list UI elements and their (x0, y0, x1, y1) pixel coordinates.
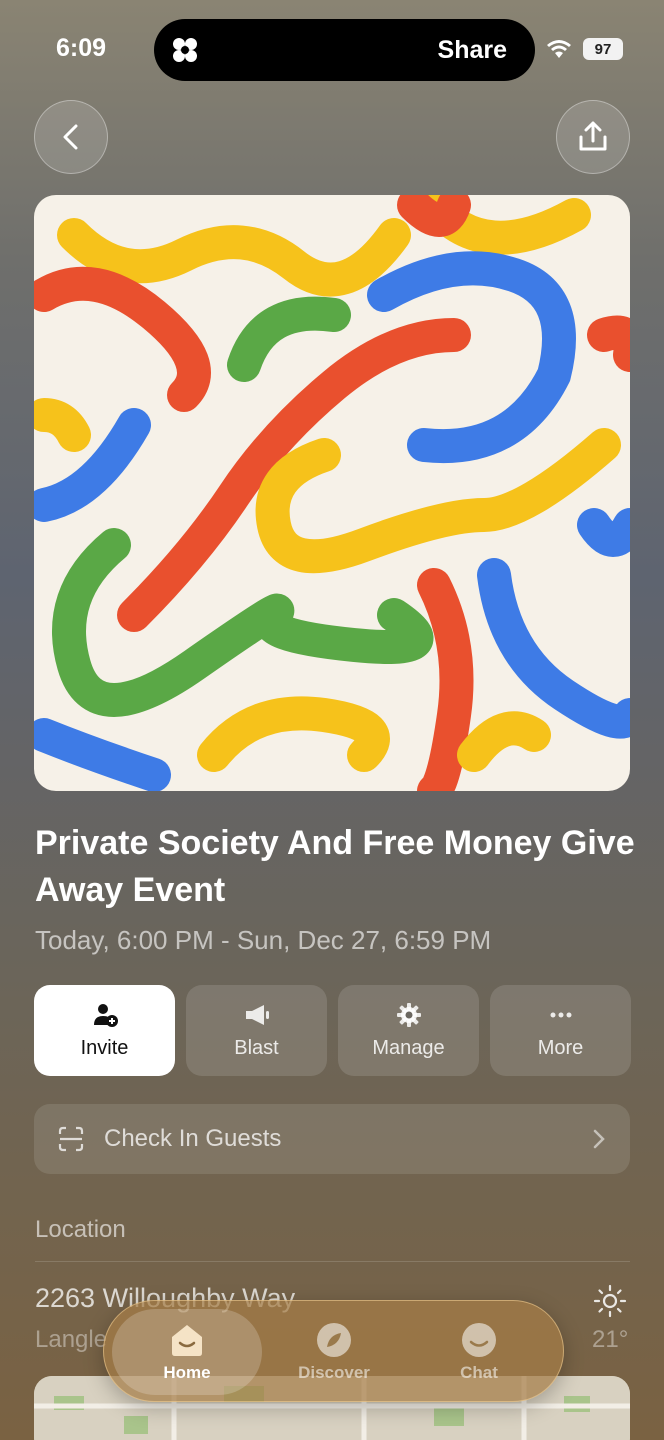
battery-indicator: 97 (583, 38, 623, 60)
more-label: More (537, 1037, 584, 1059)
blast-label: Blast (234, 1037, 279, 1059)
sun-icon (593, 1284, 627, 1318)
check-in-guests-button[interactable]: Check In Guests (34, 1104, 630, 1174)
event-title: Private Society And Free Money Give Away… (35, 824, 635, 909)
tab-chat[interactable]: Chat (404, 1309, 554, 1395)
location-city: Langle (35, 1326, 108, 1353)
share-button[interactable] (556, 100, 630, 174)
status-time: 6:09 (56, 34, 107, 62)
chevron-right-icon (593, 1129, 605, 1149)
add-person-icon (93, 1004, 118, 1027)
app-logo-icon (170, 35, 200, 65)
megaphone-icon (245, 1005, 269, 1025)
blast-button[interactable]: Blast (186, 985, 327, 1076)
divider (35, 1261, 630, 1262)
tab-home[interactable]: Home (112, 1309, 262, 1395)
more-button[interactable]: More (490, 985, 631, 1076)
scan-icon (58, 1126, 84, 1152)
action-row: Invite Blast Manage More (34, 985, 631, 1076)
more-dots-icon (550, 1012, 571, 1018)
invite-label: Invite (80, 1037, 129, 1059)
back-button[interactable] (34, 100, 108, 174)
share-icon (579, 121, 607, 151)
compass-icon (317, 1323, 351, 1357)
check-in-label: Check In Guests (104, 1125, 282, 1152)
island-share-label: Share (437, 35, 507, 64)
chat-icon (462, 1323, 496, 1357)
tab-chat-label: Chat (460, 1363, 498, 1382)
tab-bar: Home Discover Chat (103, 1300, 564, 1402)
wifi-icon (547, 40, 571, 58)
manage-label: Manage (372, 1037, 445, 1059)
dynamic-island[interactable]: Share (154, 19, 535, 81)
chevron-left-icon (63, 124, 78, 150)
home-icon (172, 1325, 202, 1356)
tab-discover[interactable]: Discover (259, 1309, 409, 1395)
location-section-label: Location (35, 1216, 126, 1243)
gear-icon (396, 1003, 421, 1027)
event-cover-image (34, 195, 630, 791)
invite-button[interactable]: Invite (34, 985, 175, 1076)
manage-button[interactable]: Manage (338, 985, 479, 1076)
event-datetime: Today, 6:00 PM - Sun, Dec 27, 6:59 PM (35, 925, 492, 955)
temperature: 21° (592, 1326, 629, 1353)
tab-discover-label: Discover (298, 1363, 370, 1382)
tab-home-label: Home (163, 1363, 211, 1382)
